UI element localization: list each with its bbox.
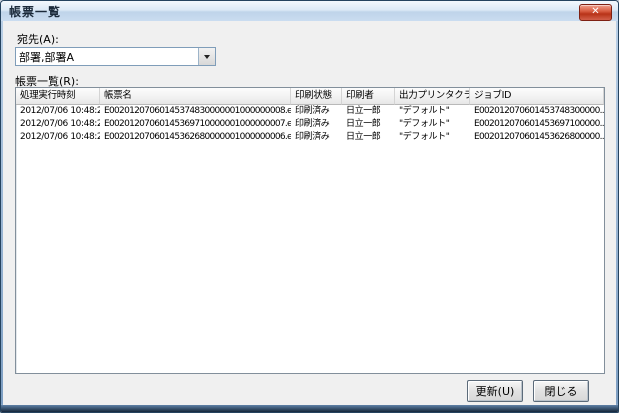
destination-value[interactable]: 部署,部署A [16, 48, 198, 65]
column-header-report-name[interactable]: 帳票名 [100, 88, 291, 105]
table-row[interactable]: 2012/07/06 10:48:26 E0020120706014537483… [16, 105, 604, 118]
listview-header: 処理実行時刻 帳票名 印刷状態 印刷者 出力プリンタクラス ジョブID [16, 88, 604, 105]
cell-print-status: 印刷済み [295, 132, 330, 142]
window-title: 帳票一覧 [9, 4, 62, 19]
cell-print-status: 印刷済み [295, 119, 330, 129]
table-row[interactable]: 2012/07/06 10:48:25 E0020120706014536971… [16, 118, 604, 131]
window-frame-bottom [1, 404, 618, 412]
destination-label: 宛先(A): [17, 33, 59, 46]
titlebar[interactable]: 帳票一覧 ✕ [1, 1, 618, 22]
cell-printer-class: "デフォルト" [399, 119, 450, 129]
column-header-print-status[interactable]: 印刷状態 [291, 88, 342, 105]
window-frame-right [616, 21, 618, 405]
close-dialog-button-label: 閉じる [544, 385, 578, 398]
cell-job-id: E002012070601453697100000... [474, 119, 604, 129]
cell-job-id: E002012070601453626800000... [474, 132, 604, 142]
table-row[interactable]: 2012/07/06 10:48:25 E0020120706014536268… [16, 131, 604, 144]
cell-printed-by: 日立一郎 [346, 119, 381, 129]
close-icon: ✕ [591, 6, 600, 17]
close-button[interactable]: ✕ [579, 4, 612, 21]
column-header-job-id[interactable]: ジョブID [470, 88, 604, 105]
update-button[interactable]: 更新(U) [467, 380, 523, 402]
dialog-body: 宛先(A): 部署,部署A 帳票一覧(R): 処理実行時刻 帳票名 印刷状態 印… [3, 21, 616, 405]
combobox-dropdown-button[interactable] [198, 48, 215, 65]
column-header-printer-class[interactable]: 出力プリンタクラス [395, 88, 470, 105]
cell-report-name: E00201207060145369710000001000000007.epf [104, 119, 291, 129]
cell-report-name: E00201207060145362680000001000000006.epf [104, 132, 291, 142]
cell-printer-class: "デフォルト" [399, 132, 450, 142]
report-listview[interactable]: 処理実行時刻 帳票名 印刷状態 印刷者 出力プリンタクラス ジョブID 2012… [15, 87, 605, 374]
column-header-printed-by[interactable]: 印刷者 [342, 88, 395, 105]
cell-printed-by: 日立一郎 [346, 132, 381, 142]
cell-print-status: 印刷済み [295, 106, 330, 116]
cell-exec-time: 2012/07/06 10:48:25 [20, 119, 100, 129]
destination-combobox[interactable]: 部署,部署A [15, 47, 216, 66]
close-dialog-button[interactable]: 閉じる [533, 380, 589, 402]
cell-exec-time: 2012/07/06 10:48:26 [20, 106, 100, 116]
cell-exec-time: 2012/07/06 10:48:25 [20, 132, 100, 142]
column-header-exec-time[interactable]: 処理実行時刻 [16, 88, 100, 105]
chevron-down-icon [204, 54, 210, 59]
cell-job-id: E002012070601453748300000... [474, 106, 604, 116]
update-button-label: 更新(U) [475, 385, 515, 398]
cell-printer-class: "デフォルト" [399, 106, 450, 116]
cell-printed-by: 日立一郎 [346, 106, 381, 116]
report-list-dialog: 帳票一覧 ✕ 宛先(A): 部署,部署A 帳票一覧(R): 処理実行時刻 帳票名… [0, 0, 619, 413]
cell-report-name: E00201207060145374830000001000000008.epf [104, 106, 291, 116]
